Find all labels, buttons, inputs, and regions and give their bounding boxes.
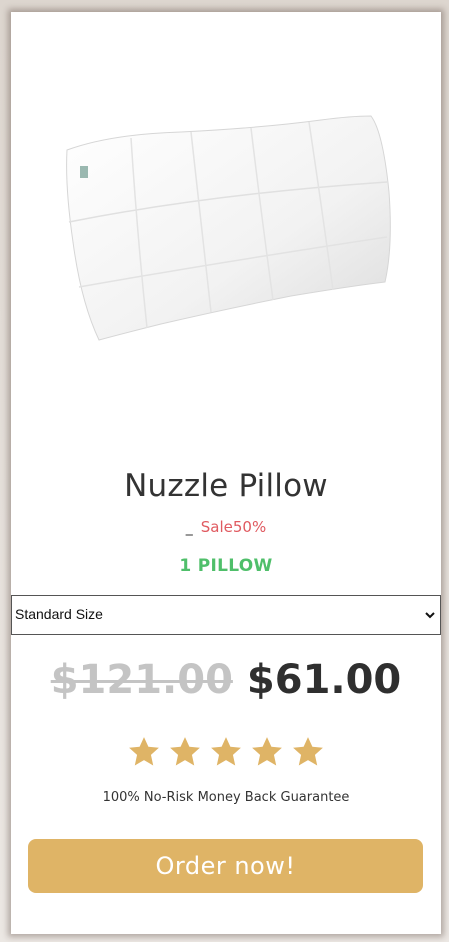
product-title: Nuzzle Pillow [124, 468, 328, 504]
original-price: $121.00 [50, 657, 233, 703]
page-background: Nuzzle Pillow _ Sale50% 1 PILLOW Standard… [0, 0, 449, 942]
star-icon [252, 737, 282, 766]
star-icon [170, 737, 200, 766]
chevron-down-icon [425, 612, 435, 619]
sale-dash: _ [185, 520, 193, 536]
price-row: $121.00 $61.00 [11, 657, 441, 703]
size-select[interactable]: Standard Size [11, 595, 441, 635]
sale-row: _ Sale50% [11, 518, 441, 536]
star-icon [211, 737, 241, 766]
quantity-label: 1 PILLOW [179, 556, 273, 576]
pillow-product-image [66, 115, 391, 341]
size-select-value: Standard Size [15, 606, 103, 622]
star-icon [128, 737, 159, 766]
order-now-button[interactable]: Order now! [28, 839, 423, 893]
star-icon [293, 737, 324, 766]
sale-label: Sale50% [200, 518, 267, 536]
current-price: $61.00 [246, 657, 402, 703]
guarantee-text: 100% No-Risk Money Back Guarantee [102, 790, 350, 805]
rating-stars [11, 735, 441, 771]
product-card: Nuzzle Pillow _ Sale50% 1 PILLOW Standard… [11, 12, 441, 934]
